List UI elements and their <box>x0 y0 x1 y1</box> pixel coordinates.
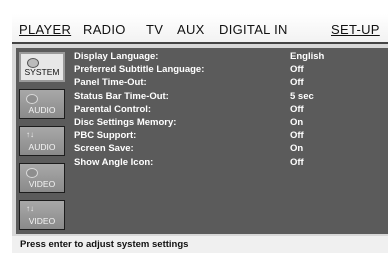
setting-label: Show Angle Icon: <box>74 156 154 168</box>
tab-bar: PLAYER RADIO TV AUX DIGITAL IN SET-UP <box>12 14 388 44</box>
category-sidebar: SYSTEM AUDIO ↑↓ AUDIO VIDEO ↑↓ VIDEO <box>19 52 65 232</box>
disc-icon <box>26 168 38 178</box>
sidebar-item-system[interactable]: SYSTEM <box>19 52 65 82</box>
tab-tv[interactable]: TV <box>146 22 163 37</box>
sidebar-item-label: AUDIO <box>28 142 56 152</box>
setting-value: English <box>290 51 325 62</box>
setting-value: Off <box>290 130 304 142</box>
setting-label: Preferred Subtitle Language: <box>74 64 205 76</box>
sidebar-item-video-disc[interactable]: VIDEO <box>19 163 65 193</box>
setting-row[interactable]: PBC Support: Off <box>74 130 374 143</box>
setting-value: On <box>290 143 304 155</box>
setting-row[interactable]: Preferred Subtitle Language: Off <box>74 64 374 77</box>
settings-panel: SYSTEM AUDIO ↑↓ AUDIO VIDEO ↑↓ VIDEO Dis… <box>16 48 388 234</box>
setting-row[interactable]: Panel Time-Out: Off <box>74 77 374 90</box>
tab-aux[interactable]: AUX <box>177 22 205 37</box>
sidebar-item-audio-settings[interactable]: ↑↓ AUDIO <box>19 126 65 156</box>
setting-label: Parental Control: <box>74 103 152 115</box>
setting-label: Panel Time-Out: <box>74 77 147 89</box>
setting-value: Off <box>290 156 304 168</box>
tab-digital-in[interactable]: DIGITAL IN <box>219 22 288 37</box>
setting-row[interactable]: Status Bar Time-Out: 5 sec <box>74 91 374 104</box>
setting-label: Status Bar Time-Out: <box>74 90 169 102</box>
setting-label: Disc Settings Memory: <box>74 116 177 128</box>
setting-row[interactable]: Screen Save: On <box>74 143 374 156</box>
setting-value: Off <box>290 64 304 76</box>
setting-label: PBC Support: <box>74 130 137 142</box>
setup-screen: PLAYER RADIO TV AUX DIGITAL IN SET-UP SY… <box>12 14 388 253</box>
sidebar-item-audio-disc[interactable]: AUDIO <box>19 89 65 119</box>
setting-value: Off <box>290 77 304 89</box>
sidebar-item-label: VIDEO <box>28 179 56 189</box>
settings-list: Display Language: English Preferred Subt… <box>74 51 374 170</box>
setting-label: Screen Save: <box>74 143 134 155</box>
tab-player[interactable]: PLAYER <box>19 22 71 37</box>
setting-row[interactable]: Show Angle Icon: Off <box>74 157 374 170</box>
setting-row[interactable]: Disc Settings Memory: On <box>74 117 374 130</box>
sidebar-item-label: SYSTEM <box>24 67 60 77</box>
setting-value: Off <box>290 103 304 115</box>
sliders-icon: ↑↓ <box>26 204 34 213</box>
tab-set-up[interactable]: SET-UP <box>331 22 380 37</box>
sidebar-item-video-settings[interactable]: ↑↓ VIDEO <box>19 200 65 230</box>
setting-value: 5 sec <box>290 90 314 102</box>
setting-label: Display Language: <box>74 51 159 62</box>
disc-icon <box>26 94 38 104</box>
setting-row[interactable]: Display Language: English <box>74 51 374 64</box>
setting-row[interactable]: Parental Control: Off <box>74 104 374 117</box>
sidebar-item-label: AUDIO <box>28 105 56 115</box>
sidebar-item-label: VIDEO <box>28 216 56 226</box>
sliders-icon: ↑↓ <box>26 130 34 139</box>
tab-radio[interactable]: RADIO <box>83 22 126 37</box>
status-bar: Press enter to adjust system settings <box>12 236 388 253</box>
setting-value: On <box>290 116 304 128</box>
